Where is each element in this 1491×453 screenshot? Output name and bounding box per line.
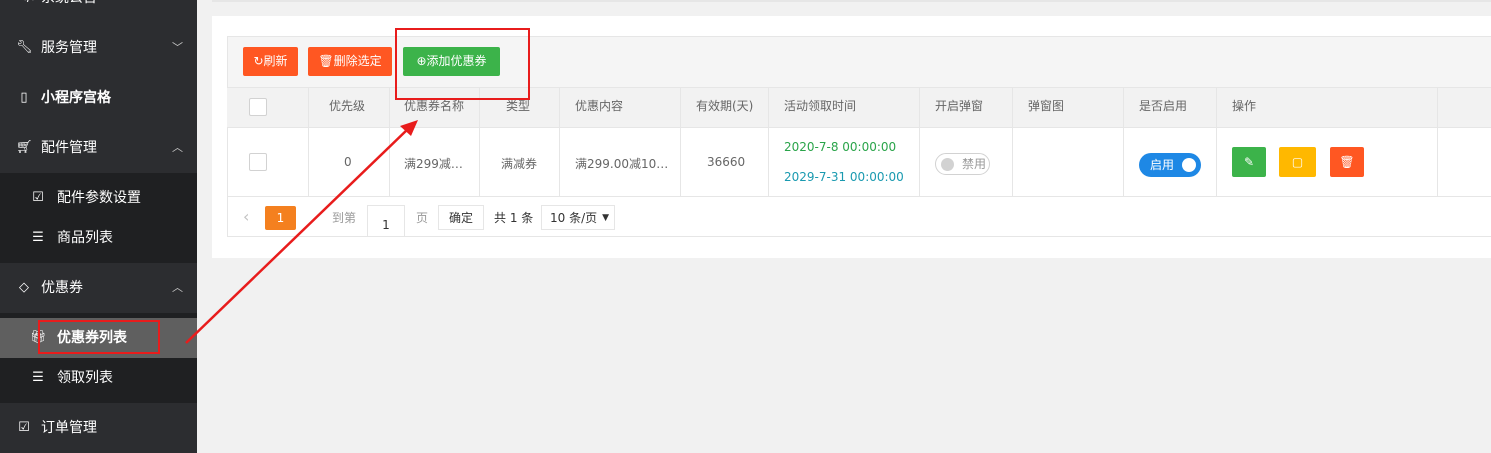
- refresh-icon: ↻: [253, 54, 264, 68]
- enabled-toggle[interactable]: 启用: [1139, 153, 1201, 177]
- previous-card-edge: [212, 0, 1491, 2]
- current-page[interactable]: 1: [265, 206, 296, 230]
- page-unit-label: 页: [416, 211, 429, 225]
- caret-down-icon: ▼: [602, 213, 609, 223]
- toggle-knob: [941, 158, 954, 171]
- annotation-box-coupon-list: [38, 320, 160, 354]
- confirm-button[interactable]: 确定: [438, 205, 484, 230]
- delete-selected-button[interactable]: 🗑︎删除选定: [308, 47, 392, 76]
- sidebar-subitem-claim-list[interactable]: ☰ 领取列表: [0, 358, 197, 398]
- code-icon: </>: [16, 0, 42, 23]
- delete-button[interactable]: 🗑︎: [1330, 147, 1364, 177]
- col-priority: 优先级: [329, 99, 366, 113]
- chevron-up-icon: ︿: [172, 141, 183, 154]
- sidebar-item-service[interactable]: 🔧︎ 服务管理 ﹀: [0, 23, 197, 73]
- column-divider: [680, 88, 681, 197]
- col-enabled: 是否启用: [1139, 99, 1188, 113]
- sliders-icon: ☰: [32, 230, 44, 245]
- note-button[interactable]: ▢: [1279, 147, 1316, 177]
- sidebar-item-accessories[interactable]: 🛒︎ 配件管理 ︿: [0, 123, 197, 173]
- trash-icon: 🗑︎: [1339, 155, 1355, 169]
- edit-icon: ✎: [1243, 155, 1255, 169]
- column-divider: [559, 88, 560, 197]
- column-divider: [1437, 88, 1438, 197]
- cell-content: 满299.00减10…: [575, 157, 669, 171]
- column-divider: [1123, 88, 1124, 197]
- refresh-button[interactable]: ↻刷新: [243, 47, 298, 76]
- cell-end-time: 2029-7-31 00:00:00: [784, 170, 904, 184]
- sidebar-item-miniprogram-grid[interactable]: ▯ 小程序宫格: [0, 73, 197, 123]
- cell-coupon-name: 满299减…: [404, 157, 463, 171]
- column-divider: [308, 88, 309, 197]
- sidebar-item-orders[interactable]: ☑ 订单管理: [0, 403, 197, 453]
- edit-button[interactable]: ✎: [1232, 147, 1266, 177]
- diamond-icon: ◇: [19, 280, 29, 295]
- page-size-select[interactable]: 10 条/页 ▼: [541, 205, 615, 230]
- column-divider: [919, 88, 920, 197]
- col-actions: 操作: [1232, 99, 1257, 113]
- chevron-up-icon: ︿: [172, 281, 183, 294]
- sidebar-item-coupons[interactable]: ◇ 优惠券 ︿: [0, 263, 197, 313]
- column-divider: [1012, 88, 1013, 197]
- col-validity: 有效期(天): [696, 99, 754, 113]
- wrench-icon: 🔧︎: [16, 40, 33, 55]
- col-claim-time: 活动领取时间: [784, 99, 857, 113]
- column-divider: [389, 88, 390, 197]
- column-divider: [768, 88, 769, 197]
- cell-priority: 0: [344, 155, 352, 169]
- sidebar-item-announcement[interactable]: </> 系统公告: [0, 0, 197, 23]
- goto-page-input[interactable]: 1: [367, 205, 405, 237]
- chevron-down-icon: ﹀: [172, 41, 183, 54]
- note-icon: ▢: [1291, 155, 1304, 169]
- prev-page-icon[interactable]: ‹: [243, 207, 249, 226]
- col-popup-image: 弹窗图: [1028, 99, 1065, 113]
- cell-validity: 36660: [707, 155, 746, 169]
- annotation-box-add-button: [395, 28, 530, 100]
- col-popup: 开启弹窗: [935, 99, 984, 113]
- pagination: ‹ 1 到第 1 页 确定 共 1 条 10 条/页 ▼: [227, 197, 1491, 237]
- sidebar: </> 系统公告 🔧︎ 服务管理 ﹀ ▯ 小程序宫格 🛒︎ 配件管理 ︿ ☑ 配…: [0, 0, 197, 453]
- sidebar-subitem-accessory-params[interactable]: ☑ 配件参数设置: [0, 178, 197, 218]
- popup-toggle[interactable]: 禁用: [935, 153, 990, 175]
- cell-start-time: 2020-7-8 00:00:00: [784, 140, 897, 154]
- column-divider: [1216, 88, 1217, 197]
- col-content: 优惠内容: [575, 99, 624, 113]
- column-divider: [479, 88, 480, 197]
- mobile-icon: ▯: [20, 90, 28, 105]
- select-all-checkbox[interactable]: [249, 98, 267, 116]
- checkbox-icon: ☑: [32, 190, 44, 205]
- trash-icon: 🗑︎: [318, 54, 334, 68]
- cart-icon: 🛒︎: [16, 140, 33, 155]
- row-checkbox[interactable]: [249, 153, 267, 171]
- toggle-knob: [1182, 158, 1196, 172]
- goto-label: 到第: [332, 211, 357, 225]
- cell-type: 满减券: [501, 157, 538, 171]
- sidebar-subitem-product-list[interactable]: ☰ 商品列表: [0, 218, 197, 258]
- sliders-icon: ☰: [32, 370, 44, 385]
- total-count: 共 1 条: [494, 211, 534, 225]
- checkbox-icon: ☑: [18, 420, 30, 435]
